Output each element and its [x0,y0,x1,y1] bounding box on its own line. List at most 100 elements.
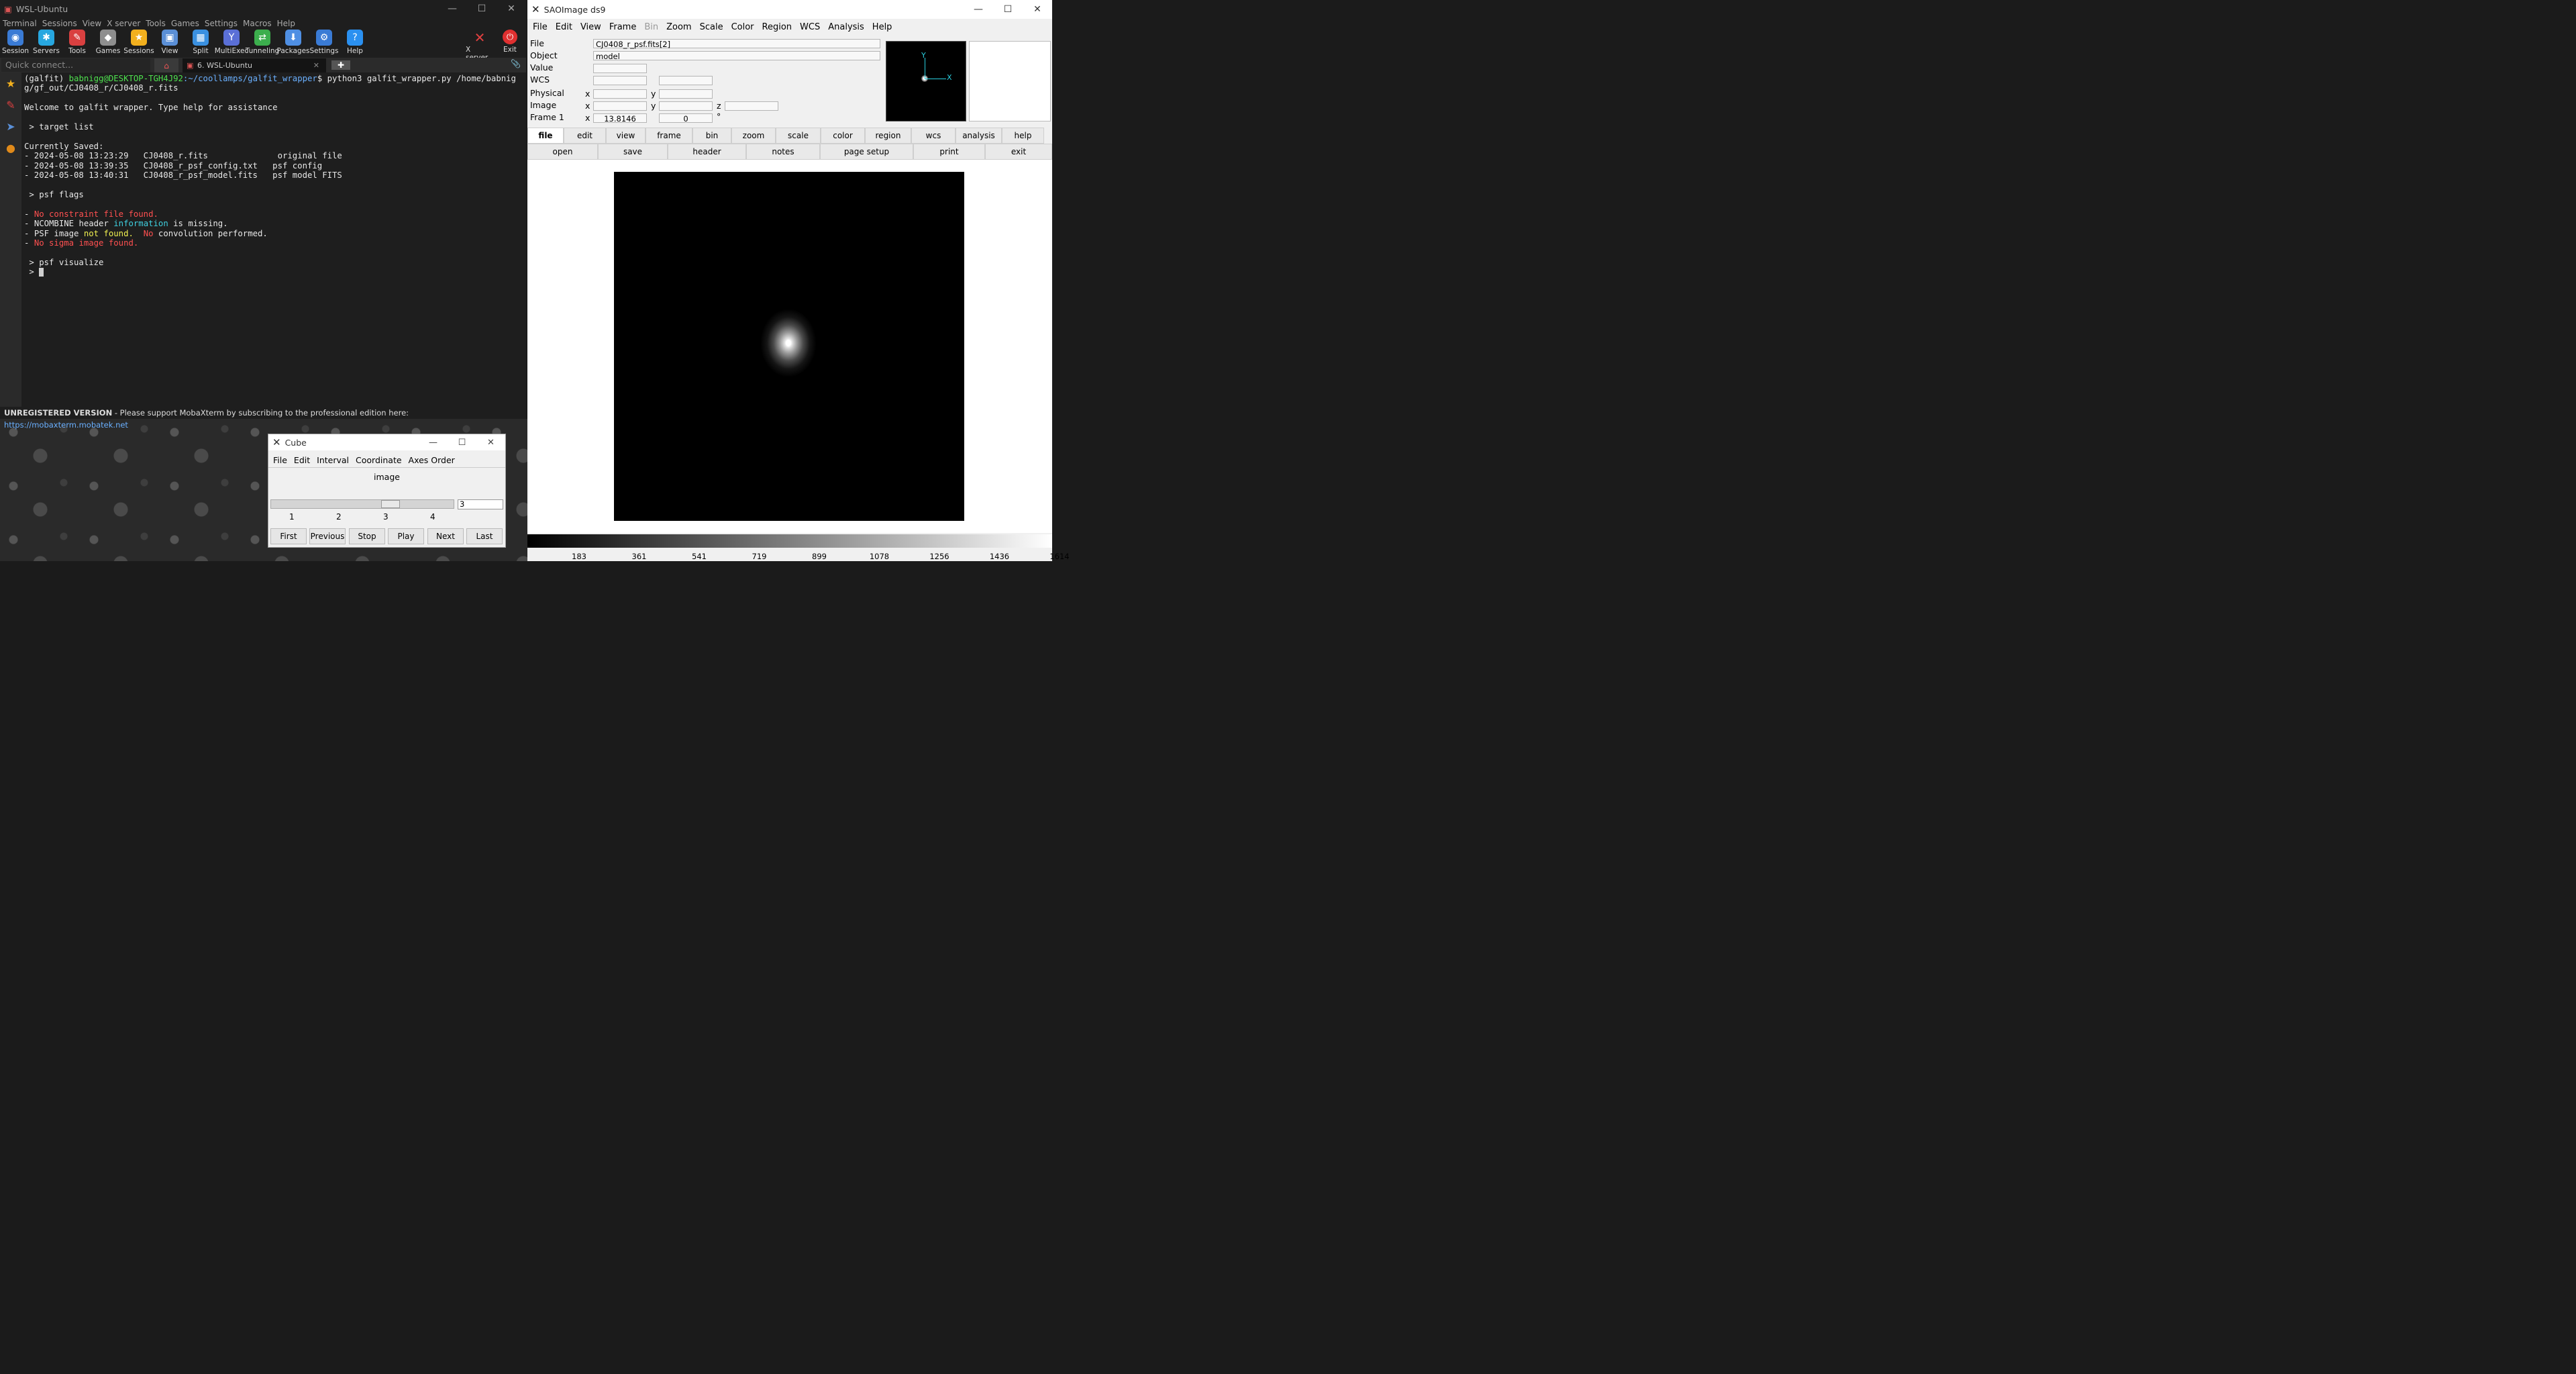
wcs-y-field [659,76,713,85]
new-tab-button[interactable]: ✚ [331,60,350,70]
ds9-button-edit[interactable]: edit [564,128,606,144]
maximize-icon[interactable]: ☐ [467,0,497,17]
ds9-button-notes[interactable]: notes [746,144,820,160]
xserver-button[interactable]: ✕ X server [466,30,494,62]
globe-icon[interactable]: ● [0,137,21,158]
close-icon[interactable]: ✕ [476,434,505,450]
minimize-icon[interactable]: — [419,434,448,450]
play-button[interactable]: Play [388,528,424,544]
toolbar-button-multiexec[interactable]: Y MultiExec [215,30,248,56]
ds9-button-print[interactable]: print [913,144,985,160]
ds9-menu-zoom[interactable]: Zoom [662,22,695,32]
ds9-menu-bin[interactable]: Bin [640,22,662,32]
close-icon[interactable]: ✕ [1023,0,1052,19]
maximize-icon[interactable]: ☐ [448,434,476,450]
send-icon[interactable]: ➤ [0,115,21,137]
ds9-button-file[interactable]: file [527,128,564,144]
stop-button[interactable]: Stop [349,528,385,544]
ds9-button-view[interactable]: view [606,128,646,144]
previous-button[interactable]: Previous [309,528,346,544]
cube-menu-coordinate[interactable]: Coordinate [352,455,405,465]
toolbar-button-sessions[interactable]: ★ Sessions [123,30,154,56]
next-button[interactable]: Next [427,528,464,544]
physical-x-field [593,89,647,99]
menu-tools[interactable]: Tools [143,19,168,30]
close-icon[interactable]: ✕ [497,0,526,17]
ds9-menu-file[interactable]: File [529,22,552,32]
toolbar-button-split[interactable]: ▦ Split [185,30,216,56]
ds9-menu-region[interactable]: Region [758,22,796,32]
ds9-button-analysis[interactable]: analysis [956,128,1002,144]
home-tab[interactable]: ⌂ [154,58,178,72]
ds9-button-wcs[interactable]: wcs [911,128,956,144]
mobaxterm-link[interactable]: https://mobaxterm.mobatek.net [4,420,128,430]
paperclip-icon[interactable]: 📎 [511,59,521,68]
ds9-button-exit[interactable]: exit [985,144,1052,160]
ds9-button-scale[interactable]: scale [776,128,821,144]
cube-button-row: First Previous Stop Play Next Last [268,528,505,546]
cube-menu-axes-order[interactable]: Axes Order [405,455,458,465]
menu-sessions[interactable]: Sessions [40,19,80,30]
terminal-output[interactable]: (galfit) babnigg@DESKTOP-TGH4J92:~/cooll… [22,74,521,405]
toolbar-button-games[interactable]: ◆ Games [93,30,123,56]
menu-games[interactable]: Games [168,19,202,30]
ds9-button-bin[interactable]: bin [692,128,731,144]
cube-slider[interactable] [270,499,454,509]
ds9-button-color[interactable]: color [821,128,865,144]
toolbar-button-view[interactable]: ▣ View [154,30,185,56]
toolbar-button-tunneling[interactable]: ⇄ Tunneling [246,30,279,56]
session-tab[interactable]: ▣ 6. WSL-Ubuntu ✕ [183,58,326,72]
ds9-button-open[interactable]: open [527,144,598,160]
toolbar-button-settings[interactable]: ⚙ Settings [309,30,340,56]
cube-menu-interval[interactable]: Interval [313,455,352,465]
ds9-menu-analysis[interactable]: Analysis [824,22,868,32]
toolbar-button-help[interactable]: ? Help [340,30,370,56]
ds9-menu-frame[interactable]: Frame [605,22,641,32]
minimize-icon[interactable]: — [437,0,467,17]
cube-value-input[interactable]: 3 [458,499,503,509]
terminal-scrollbar[interactable] [519,74,525,405]
menu-settings[interactable]: Settings [202,19,240,30]
image-canvas[interactable] [527,160,1052,533]
toolbar-button-packages[interactable]: ⬇ Packages [277,30,310,56]
ds9-menubar: File Edit View Frame Bin Zoom Scale Colo… [527,19,1052,35]
panner[interactable]: Y X [886,41,966,121]
ds9-menu-wcs[interactable]: WCS [796,22,824,32]
ds9-menu-edit[interactable]: Edit [552,22,576,32]
toolbar-button-tools[interactable]: ✎ Tools [62,30,93,56]
first-button[interactable]: First [270,528,307,544]
colorbar[interactable] [527,534,1052,548]
cube-menu-file[interactable]: File [270,455,291,465]
ds9-menu-color[interactable]: Color [727,22,758,32]
toolbar-button-servers[interactable]: ✱ Servers [31,30,62,56]
ds9-button-header[interactable]: header [668,144,746,160]
ds9-menu-help[interactable]: Help [868,22,896,32]
maximize-icon[interactable]: ☐ [993,0,1023,19]
ds9-menu-scale[interactable]: Scale [696,22,727,32]
toolbar-label: Help [347,47,363,55]
minimize-icon[interactable]: — [964,0,993,19]
menu-terminal[interactable]: Terminal [0,19,40,30]
star-icon[interactable]: ★ [0,72,21,94]
ds9-button-save[interactable]: save [598,144,668,160]
toolbar-button-session[interactable]: ◉ Session [0,30,31,56]
menu-macros[interactable]: Macros [240,19,274,30]
quick-connect-input[interactable]: Quick connect... [1,58,150,72]
menu-xserver[interactable]: X server [104,19,143,30]
ds9-menu-view[interactable]: View [576,22,605,32]
ds9-button-zoom[interactable]: zoom [731,128,776,144]
image-frame[interactable] [614,172,964,521]
ds9-button-page-setup[interactable]: page setup [820,144,913,160]
exit-button[interactable]: ⏻ Exit [498,30,522,54]
cube-slider-thumb[interactable] [381,500,401,508]
tools-icon[interactable]: ✎ [0,94,21,115]
ds9-button-frame[interactable]: frame [646,128,692,144]
ds9-button-region[interactable]: region [865,128,911,144]
menu-help[interactable]: Help [274,19,298,30]
last-button[interactable]: Last [466,528,503,544]
flag-ncombine-info: information [113,219,168,229]
close-tab-icon[interactable]: ✕ [313,58,319,72]
menu-view[interactable]: View [80,19,104,30]
ds9-button-help[interactable]: help [1002,128,1044,144]
cube-menu-edit[interactable]: Edit [291,455,313,465]
